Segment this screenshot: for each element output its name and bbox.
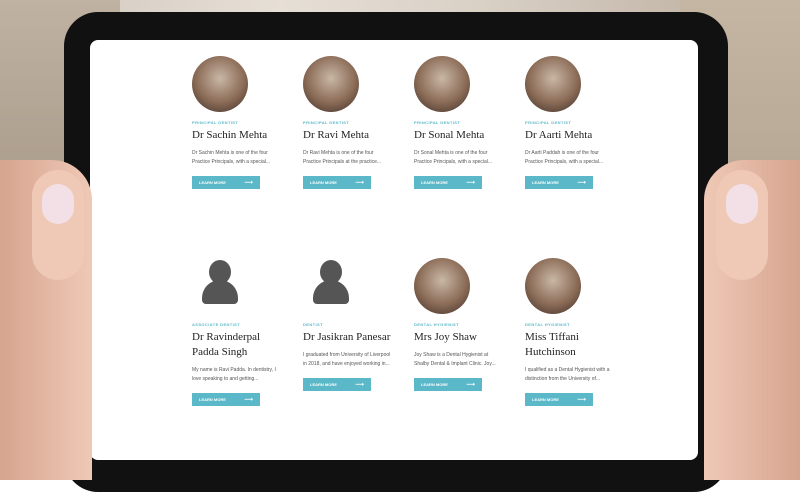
learn-more-button[interactable]: LEARN MORE ⟶ <box>192 393 260 406</box>
dentist-card: DENTIST Dr Jasikran Panesar I graduated … <box>303 258 393 391</box>
dentist-photo <box>525 258 581 314</box>
silhouette-body <box>313 280 349 304</box>
dentist-photo <box>414 258 470 314</box>
dentist-card: PRINCIPAL DENTIST Dr Sonal Mehta Dr Sona… <box>414 56 504 189</box>
learn-more-button[interactable]: LEARN MORE ⟶ <box>303 176 371 189</box>
dentist-name: Dr Sachin Mehta <box>192 129 268 141</box>
dentist-role: DENTIST <box>303 322 323 327</box>
dentist-role: PRINCIPAL DENTIST <box>414 120 461 125</box>
arrow-right-icon: ⟶ <box>355 382 364 388</box>
learn-more-button[interactable]: LEARN MORE ⟶ <box>525 176 593 189</box>
dentist-photo <box>192 56 248 112</box>
learn-more-label: LEARN MORE <box>421 180 448 185</box>
arrow-right-icon: ⟶ <box>466 382 475 388</box>
learn-more-button[interactable]: LEARN MORE ⟶ <box>414 378 482 391</box>
dentist-role: PRINCIPAL DENTIST <box>192 120 239 125</box>
dentist-name: Dr Ravinderpal Padda Singh <box>192 331 261 358</box>
arrow-right-icon: ⟶ <box>244 397 253 403</box>
dentist-photo <box>303 56 359 112</box>
arrow-right-icon: ⟶ <box>355 180 364 186</box>
dentist-card: ASSOCIATE DENTIST Dr Ravinderpal Padda S… <box>192 258 282 406</box>
dentist-description: Dr Sonal Mehta is one of the four Practi… <box>414 150 493 165</box>
dentist-photo <box>525 56 581 112</box>
learn-more-label: LEARN MORE <box>532 397 559 402</box>
dentist-name: Miss Tiffani Hutchinson <box>525 331 579 358</box>
learn-more-label: LEARN MORE <box>310 180 337 185</box>
dentist-card: DENTAL HYGIENIST Mrs Joy Shaw Joy Shaw i… <box>414 258 504 391</box>
learn-more-button[interactable]: LEARN MORE ⟶ <box>414 176 482 189</box>
dentist-role: PRINCIPAL DENTIST <box>525 120 572 125</box>
dentist-role: DENTAL HYGIENIST <box>414 322 459 327</box>
dentist-name: Dr Jasikran Panesar <box>303 331 391 343</box>
learn-more-label: LEARN MORE <box>421 382 448 387</box>
avatar-placeholder-icon <box>192 258 248 314</box>
avatar-placeholder-icon <box>303 258 359 314</box>
tablet-screen: PRINCIPAL DENTIST Dr Sachin Mehta Dr Sac… <box>90 40 698 460</box>
dentist-name: Dr Aarti Mehta <box>525 129 593 141</box>
dentist-name: Mrs Joy Shaw <box>414 331 477 343</box>
learn-more-button[interactable]: LEARN MORE ⟶ <box>303 378 371 391</box>
dentist-description: Dr Sachin Mehta is one of the four Pract… <box>192 150 271 165</box>
learn-more-button[interactable]: LEARN MORE ⟶ <box>192 176 260 189</box>
learn-more-label: LEARN MORE <box>199 180 226 185</box>
learn-more-button[interactable]: LEARN MORE ⟶ <box>525 393 593 406</box>
dentist-role: DENTAL HYGIENIST <box>525 322 570 327</box>
arrow-right-icon: ⟶ <box>577 397 586 403</box>
learn-more-label: LEARN MORE <box>199 397 226 402</box>
dentist-description: I graduated from University of Liverpool… <box>303 352 391 367</box>
dentist-name: Dr Sonal Mehta <box>414 129 485 141</box>
arrow-right-icon: ⟶ <box>577 180 586 186</box>
silhouette-body <box>202 280 238 304</box>
left-thumbnail <box>42 184 74 224</box>
dentist-description: I qualified as a Dental Hygienist with a… <box>525 367 610 382</box>
dentist-description: Dr Aarti Paddah is one of the four Pract… <box>525 150 604 165</box>
dentist-description: Joy Shaw is a Dental Hygienist at Shalby… <box>414 352 496 367</box>
dentist-role: ASSOCIATE DENTIST <box>192 322 241 327</box>
dentist-card: PRINCIPAL DENTIST Dr Sachin Mehta Dr Sac… <box>192 56 282 189</box>
arrow-right-icon: ⟶ <box>244 180 253 186</box>
right-thumbnail <box>726 184 758 224</box>
dentist-description: My name is Ravi Padda. In dentistry, I l… <box>192 367 276 382</box>
arrow-right-icon: ⟶ <box>466 180 475 186</box>
dentist-name: Dr Ravi Mehta <box>303 129 369 141</box>
learn-more-label: LEARN MORE <box>310 382 337 387</box>
dentist-photo <box>414 56 470 112</box>
dentist-card: PRINCIPAL DENTIST Dr Ravi Mehta Dr Ravi … <box>303 56 393 189</box>
dentist-description: Dr Ravi Mehta is one of the four Practic… <box>303 150 382 165</box>
dentist-card: DENTAL HYGIENIST Miss Tiffani Hutchinson… <box>525 258 615 406</box>
dentist-card: PRINCIPAL DENTIST Dr Aarti Mehta Dr Aart… <box>525 56 615 189</box>
learn-more-label: LEARN MORE <box>532 180 559 185</box>
dentist-role: PRINCIPAL DENTIST <box>303 120 350 125</box>
